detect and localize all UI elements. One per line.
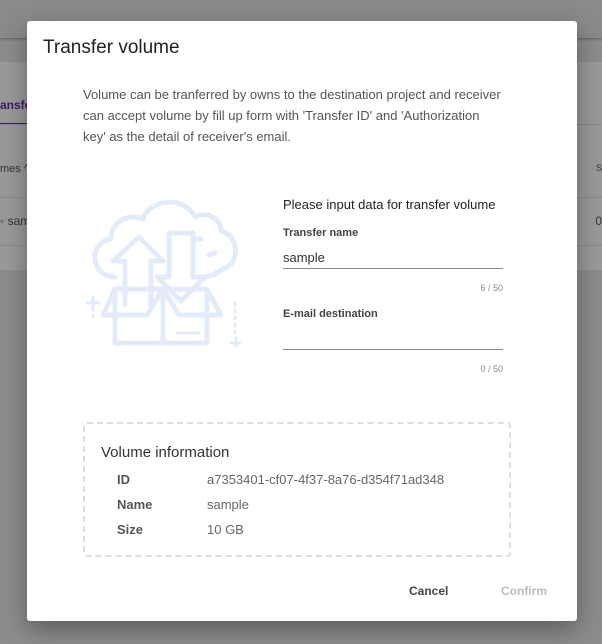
info-key: Name bbox=[117, 497, 153, 512]
transfer-name-label: Transfer name bbox=[283, 227, 359, 239]
dialog-title: Transfer volume bbox=[43, 37, 180, 58]
info-value: sample bbox=[207, 497, 249, 512]
transfer-name-input[interactable] bbox=[283, 247, 503, 269]
info-key: ID bbox=[117, 472, 130, 487]
email-destination-input[interactable] bbox=[283, 328, 503, 350]
column-header-status: S bbox=[595, 163, 602, 173]
volume-information-title: Volume information bbox=[101, 444, 230, 461]
transfer-volume-dialog: Transfer volume Volume can be tranferred… bbox=[27, 21, 577, 621]
form-heading: Please input data for transfer volume bbox=[283, 197, 496, 212]
dialog-description: Volume can be tranferred by owns to the … bbox=[83, 87, 501, 144]
email-destination-label: E-mail destination bbox=[283, 308, 378, 320]
radio-icon: ◦ bbox=[0, 214, 8, 228]
transfer-name-counter: 6 / 50 bbox=[480, 283, 503, 293]
table-cell-name: ◦ sam bbox=[0, 214, 30, 228]
column-header-name: mes ^ bbox=[0, 163, 29, 175]
cancel-button[interactable]: Cancel bbox=[409, 584, 448, 598]
info-value: a7353401-cf07-4f37-8a76-d354f71ad348 bbox=[207, 472, 445, 487]
confirm-button[interactable]: Confirm bbox=[501, 584, 547, 598]
cloud-transfer-box-icon bbox=[85, 193, 243, 350]
volume-information-panel: Volume information ID a7353401-cf07-4f37… bbox=[83, 422, 511, 557]
transfer-form: Please input data for transfer volume Tr… bbox=[283, 194, 505, 374]
info-key: Size bbox=[117, 522, 144, 537]
table-cell-size: 0 bbox=[595, 214, 602, 228]
info-value: 10 GB bbox=[207, 522, 244, 537]
email-destination-counter: 0 / 50 bbox=[480, 364, 503, 374]
